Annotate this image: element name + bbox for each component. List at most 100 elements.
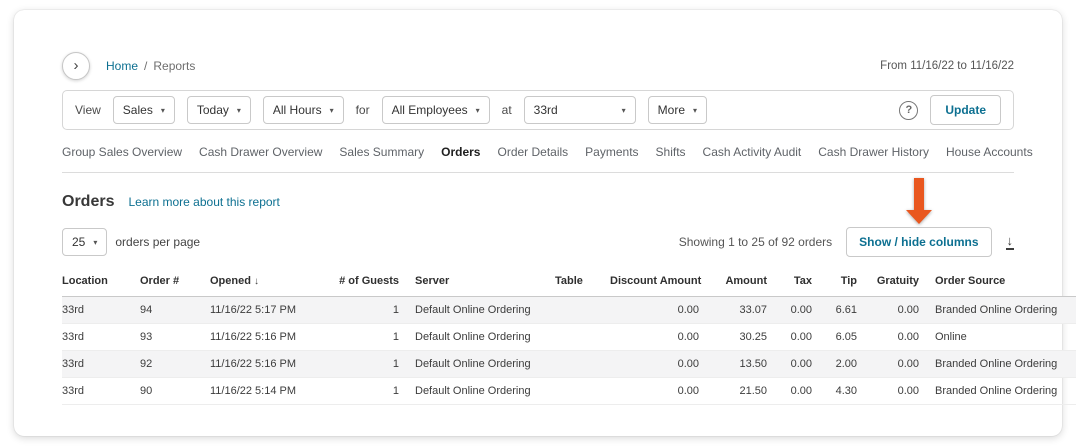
help-icon[interactable]: ? [899, 101, 918, 120]
table-cell: 0.00 [865, 378, 927, 405]
date-preset-select[interactable]: Today ▾ [187, 96, 251, 124]
at-label: at [502, 103, 512, 117]
table-actions: Showing 1 to 25 of 92 orders Show / hide… [679, 227, 1014, 257]
hours-select[interactable]: All Hours ▾ [263, 96, 344, 124]
page-size-value: 25 [72, 235, 85, 249]
sort-desc-icon: ↓ [254, 276, 259, 287]
employees-select[interactable]: All Employees ▾ [382, 96, 490, 124]
tab-order-details[interactable]: Order Details [497, 145, 568, 159]
tab-payments[interactable]: Payments [585, 145, 638, 159]
report-type-select[interactable]: Sales ▾ [113, 96, 175, 124]
expand-nav-button[interactable]: › [62, 52, 90, 80]
table-cell: Branded Online Ordering [927, 297, 1076, 324]
tab-cash-drawer-history[interactable]: Cash Drawer History [818, 145, 929, 159]
table-cell: 11/16/22 5:16 PM [202, 351, 317, 378]
table-cell: 1 [317, 297, 407, 324]
date-preset-value: Today [197, 103, 229, 117]
table-cell [547, 351, 602, 378]
col-amount[interactable]: Amount [707, 267, 775, 297]
col-tax[interactable]: Tax [775, 267, 820, 297]
tab-group-sales-overview[interactable]: Group Sales Overview [62, 145, 182, 159]
table-cell: 33rd [62, 324, 132, 351]
col-discount-amount[interactable]: Discount Amount [602, 267, 707, 297]
col-guests[interactable]: # of Guests [317, 267, 407, 297]
col-location[interactable]: Location [62, 267, 132, 297]
table-cell: 0.00 [602, 324, 707, 351]
tab-cash-drawer-overview[interactable]: Cash Drawer Overview [199, 145, 322, 159]
table-cell: 92 [132, 351, 202, 378]
chevron-right-icon: › [74, 57, 79, 74]
table-row[interactable]: 33rd9011/16/22 5:14 PM1Default Online Or… [62, 378, 1076, 405]
page-size-controls: 25 ▾ orders per page [62, 228, 200, 256]
table-cell [547, 324, 602, 351]
breadcrumb: Home / Reports [106, 59, 195, 73]
location-select[interactable]: 33rd ▾ [524, 96, 636, 124]
col-gratuity[interactable]: Gratuity [865, 267, 927, 297]
tab-orders[interactable]: Orders [441, 145, 480, 159]
show-hide-columns-wrap: Show / hide columns [846, 227, 991, 257]
download-icon[interactable]: ↓ [1006, 234, 1015, 250]
table-cell: 90 [132, 378, 202, 405]
table-cell: 0.00 [775, 324, 820, 351]
more-filters-select[interactable]: More ▾ [648, 96, 707, 124]
view-label: View [75, 103, 101, 117]
chevron-down-icon: ▾ [622, 106, 626, 115]
table-cell [547, 378, 602, 405]
col-opened-label: Opened [210, 275, 251, 287]
show-hide-columns-button[interactable]: Show / hide columns [846, 227, 991, 257]
table-cell [547, 297, 602, 324]
tab-sales-summary[interactable]: Sales Summary [339, 145, 424, 159]
col-tip[interactable]: Tip [820, 267, 865, 297]
table-cell: 0.00 [865, 297, 927, 324]
question-mark-icon: ? [905, 104, 912, 116]
table-cell: 1 [317, 351, 407, 378]
annotation-arrow-head [906, 210, 932, 224]
page-size-select[interactable]: 25 ▾ [62, 228, 107, 256]
table-cell: 6.61 [820, 297, 865, 324]
table-cell: Branded Online Ordering [927, 351, 1076, 378]
chevron-down-icon: ▾ [693, 106, 697, 115]
table-cell: Online [927, 324, 1076, 351]
hours-value: All Hours [273, 103, 322, 117]
table-cell: 0.00 [602, 297, 707, 324]
table-cell: 30.25 [707, 324, 775, 351]
table-cell: 2.00 [820, 351, 865, 378]
orders-table-body: 33rd9411/16/22 5:17 PM1Default Online Or… [62, 297, 1076, 405]
table-row[interactable]: 33rd9411/16/22 5:17 PM1Default Online Or… [62, 297, 1076, 324]
breadcrumb-current: Reports [153, 59, 195, 73]
tab-cash-activity-audit[interactable]: Cash Activity Audit [703, 145, 802, 159]
per-page-label: orders per page [115, 235, 200, 249]
more-filters-value: More [658, 103, 685, 117]
report-tabs: Group Sales Overview Cash Drawer Overvie… [62, 130, 1014, 173]
table-cell: 1 [317, 324, 407, 351]
date-range-label: From 11/16/22 to 11/16/22 [880, 60, 1014, 72]
breadcrumb-home-link[interactable]: Home [106, 59, 138, 73]
table-controls-row: 25 ▾ orders per page Showing 1 to 25 of … [62, 227, 1014, 257]
col-server[interactable]: Server [407, 267, 547, 297]
col-order-source[interactable]: Order Source [927, 267, 1076, 297]
report-filter-bar: View Sales ▾ Today ▾ All Hours ▾ for All… [62, 90, 1014, 130]
chevron-down-icon: ▾ [93, 238, 97, 247]
table-cell: 33rd [62, 378, 132, 405]
col-table[interactable]: Table [547, 267, 602, 297]
tab-house-accounts[interactable]: House Accounts [946, 145, 1033, 159]
table-cell: 0.00 [775, 378, 820, 405]
table-row[interactable]: 33rd9211/16/22 5:16 PM1Default Online Or… [62, 351, 1076, 378]
table-cell: Default Online Ordering [407, 351, 547, 378]
learn-more-link[interactable]: Learn more about this report [128, 195, 279, 209]
table-cell: 0.00 [775, 351, 820, 378]
col-order-number[interactable]: Order # [132, 267, 202, 297]
table-cell: 11/16/22 5:14 PM [202, 378, 317, 405]
orders-table: Location Order # Opened↓ # of Guests Ser… [62, 267, 1076, 405]
table-header-row: Location Order # Opened↓ # of Guests Ser… [62, 267, 1076, 297]
table-cell: Default Online Ordering [407, 324, 547, 351]
for-label: for [356, 103, 370, 117]
col-opened[interactable]: Opened↓ [202, 267, 317, 297]
tab-shifts[interactable]: Shifts [656, 145, 686, 159]
table-cell: 11/16/22 5:17 PM [202, 297, 317, 324]
table-cell: 0.00 [865, 351, 927, 378]
table-row[interactable]: 33rd9311/16/22 5:16 PM1Default Online Or… [62, 324, 1076, 351]
update-button[interactable]: Update [930, 95, 1001, 125]
table-cell: 21.50 [707, 378, 775, 405]
reports-page-card: › Home / Reports From 11/16/22 to 11/16/… [14, 10, 1062, 436]
